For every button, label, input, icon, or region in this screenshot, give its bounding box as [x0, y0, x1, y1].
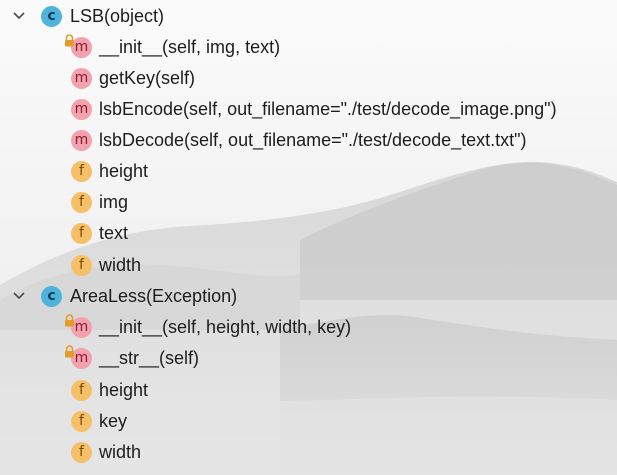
member-label: height	[99, 161, 149, 181]
method-icon: m	[71, 130, 92, 151]
lock-icon	[65, 34, 74, 47]
member-label: img	[99, 192, 129, 212]
member-label: __str__(self)	[99, 348, 200, 368]
tree-node-field[interactable]: f height	[0, 375, 617, 406]
class-name: AreaLess(Exception)	[70, 286, 238, 306]
tree-node-field[interactable]: f width	[0, 437, 617, 468]
field-icon: f	[71, 161, 92, 182]
tree-node-method[interactable]: m lsbDecode(self, out_filename="./test/d…	[0, 125, 617, 156]
structure-tree: c LSB(object) m __init__(self, img, text…	[0, 0, 617, 475]
tree-node-field[interactable]: f key	[0, 406, 617, 437]
member-label: text	[99, 223, 129, 243]
tree-node-field[interactable]: f width	[0, 250, 617, 281]
lock-icon	[65, 345, 74, 358]
class-icon: c	[41, 6, 62, 27]
tree-node-field[interactable]: f height	[0, 156, 617, 187]
field-icon: f	[71, 442, 92, 463]
tree-node-method[interactable]: m lsbEncode(self, out_filename="./test/d…	[0, 94, 617, 125]
field-icon: f	[71, 411, 92, 432]
member-label: lsbEncode(self, out_filename="./test/dec…	[99, 99, 557, 119]
method-icon: m	[71, 99, 92, 120]
chevron-down-icon[interactable]	[11, 8, 27, 24]
member-label: lsbDecode(self, out_filename="./test/dec…	[99, 130, 527, 150]
member-label: width	[99, 255, 142, 275]
lock-icon	[65, 314, 74, 327]
tree-node-field[interactable]: f img	[0, 187, 617, 218]
field-icon: f	[71, 380, 92, 401]
tree-node-method[interactable]: m getKey(self)	[0, 63, 617, 94]
field-icon: f	[71, 192, 92, 213]
chevron-down-icon[interactable]	[11, 288, 27, 304]
field-icon: f	[71, 223, 92, 244]
member-label: getKey(self)	[99, 68, 196, 88]
tree-node-field[interactable]: f text	[0, 218, 617, 249]
class-icon: c	[41, 286, 62, 307]
tree-node-method[interactable]: m __init__(self, img, text)	[0, 32, 617, 63]
class-name: LSB(object)	[70, 6, 165, 26]
member-label: height	[99, 380, 149, 400]
tree-node-class-lsb[interactable]: c LSB(object)	[0, 1, 617, 32]
member-label: key	[99, 411, 128, 431]
member-label: __init__(self, img, text)	[99, 37, 281, 57]
tree-node-method[interactable]: m __init__(self, height, width, key)	[0, 312, 617, 343]
method-icon: m	[71, 68, 92, 89]
member-label: __init__(self, height, width, key)	[99, 317, 352, 337]
member-label: width	[99, 442, 142, 462]
field-icon: f	[71, 255, 92, 276]
tree-node-method[interactable]: m __str__(self)	[0, 343, 617, 374]
tree-node-class-arealess[interactable]: c AreaLess(Exception)	[0, 281, 617, 312]
